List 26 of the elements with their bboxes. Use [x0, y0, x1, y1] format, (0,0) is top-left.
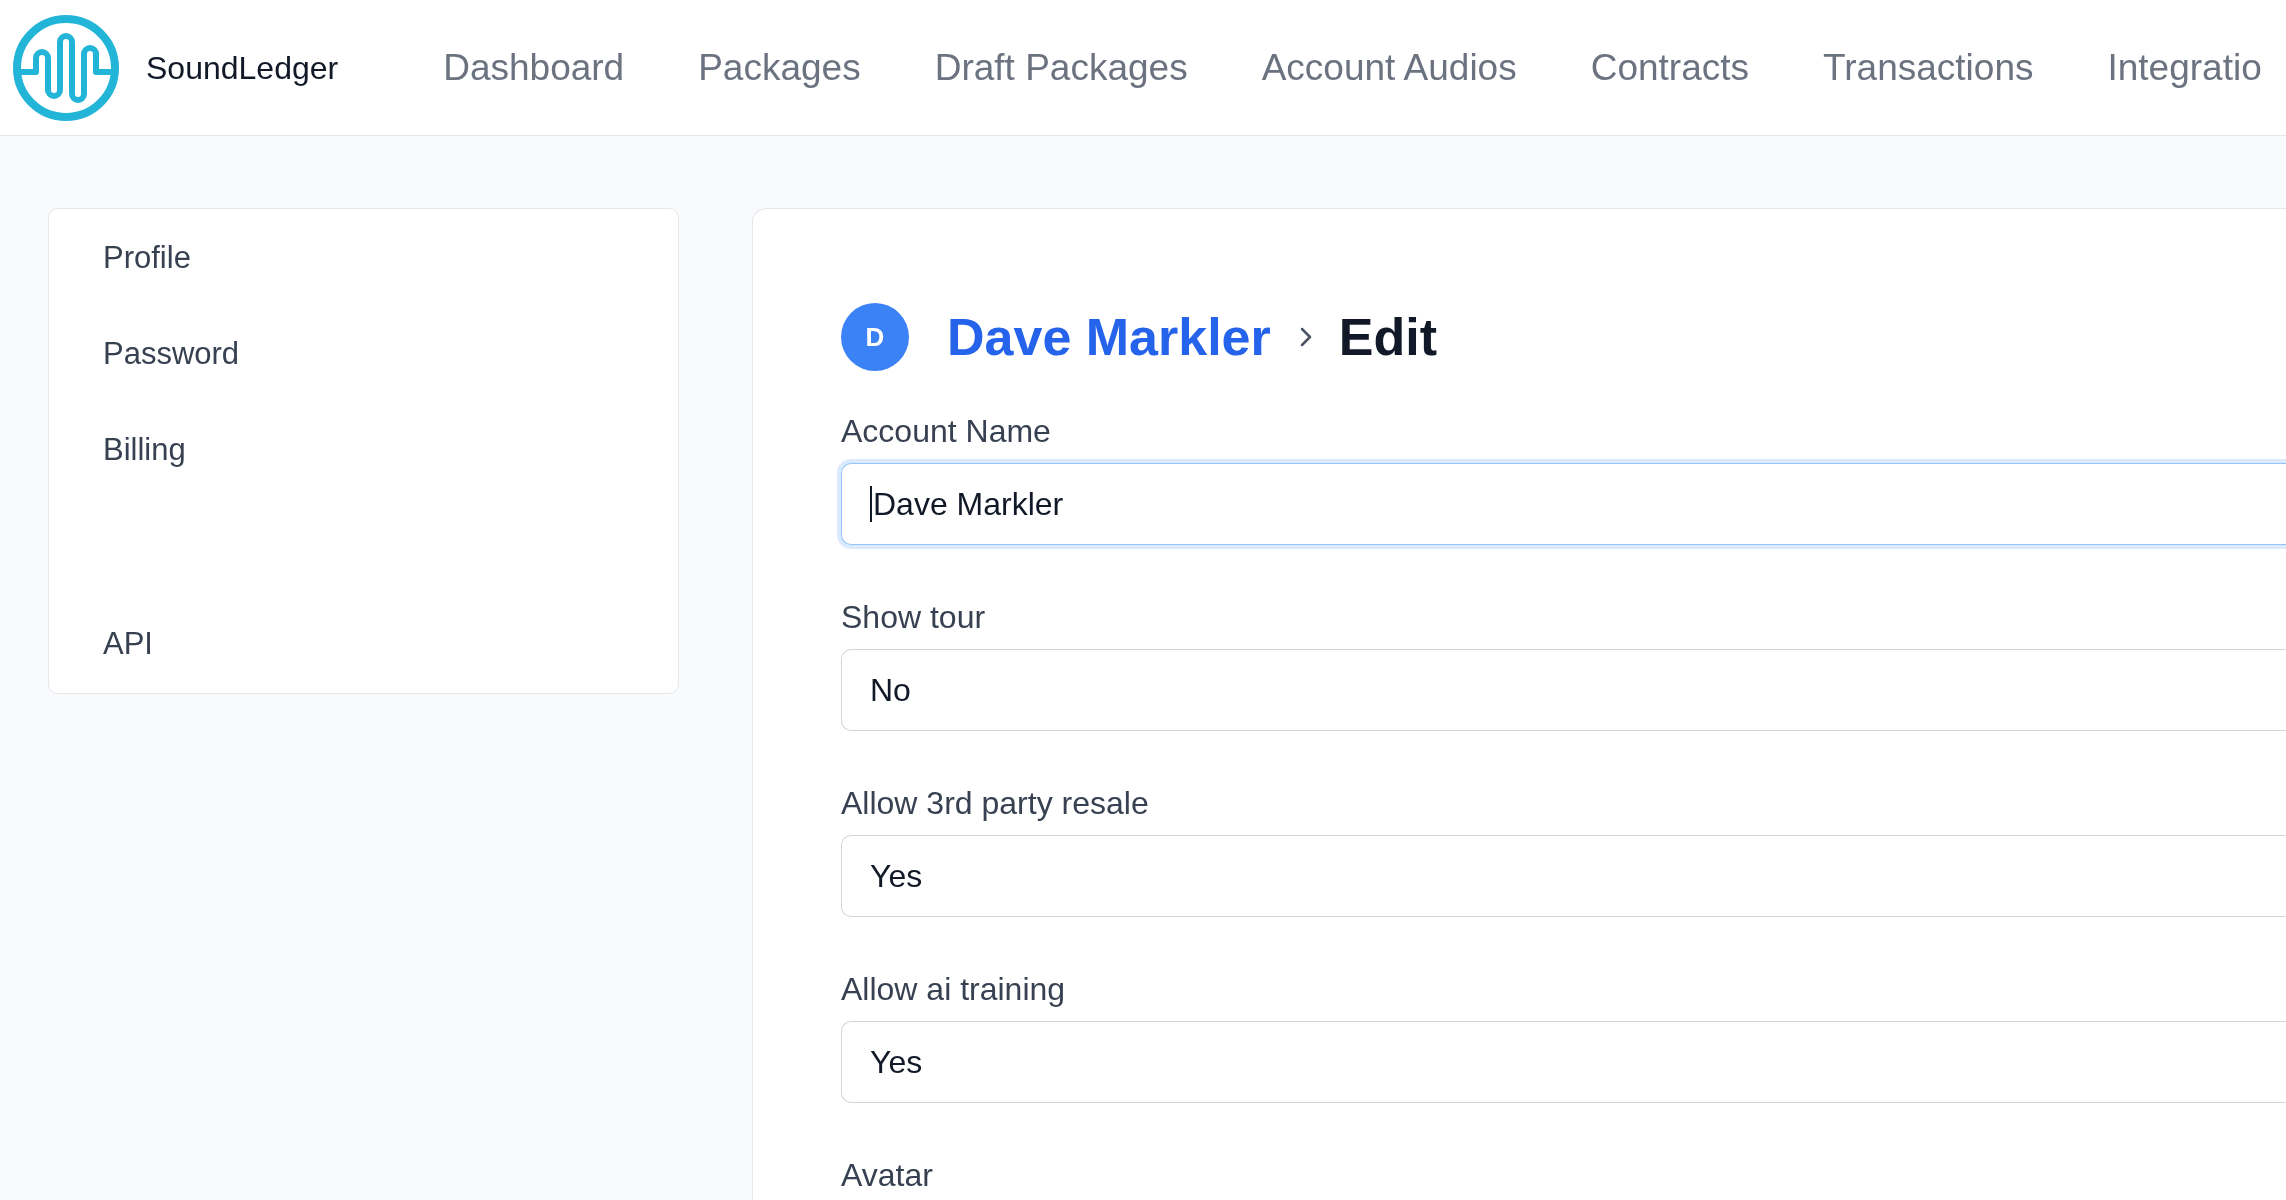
field-label: Allow 3rd party resale — [841, 785, 1149, 821]
field-label: Account Name — [841, 413, 1051, 449]
sidebar-item[interactable]: Password — [103, 330, 240, 378]
field-label: Allow ai training — [841, 971, 1066, 1007]
text-cursor-icon — [870, 486, 872, 522]
brand-name[interactable]: SoundLedger — [146, 43, 339, 92]
nav-link[interactable]: Integratio — [2107, 39, 2262, 96]
field-label: Show tour — [841, 599, 986, 635]
input-field[interactable]: Yes — [841, 835, 2286, 917]
page-title: Edit — [1338, 307, 1437, 367]
nav-link[interactable]: Draft Packages — [934, 39, 1188, 96]
nav-link[interactable]: Account Audios — [1261, 39, 1517, 96]
sidebar-item[interactable]: Profile — [103, 234, 191, 282]
nav-link[interactable]: Transactions — [1823, 39, 2034, 96]
chevron-right-icon — [1299, 327, 1312, 347]
input-field[interactable]: No — [841, 649, 2286, 731]
nav-link[interactable]: Contracts — [1590, 39, 1750, 96]
nav-link[interactable]: Packages — [698, 39, 861, 96]
avatar: D — [841, 303, 909, 371]
breadcrumb-link[interactable]: Dave Markler — [947, 307, 1271, 367]
input-field[interactable]: Yes — [841, 1021, 2286, 1103]
sidebar-item[interactable]: API — [103, 620, 153, 668]
nav-link[interactable]: Dashboard — [443, 39, 625, 96]
sidebar-item[interactable]: Billing — [103, 426, 186, 474]
waveform-logo[interactable] — [12, 13, 120, 122]
field-label: Avatar — [841, 1157, 933, 1193]
